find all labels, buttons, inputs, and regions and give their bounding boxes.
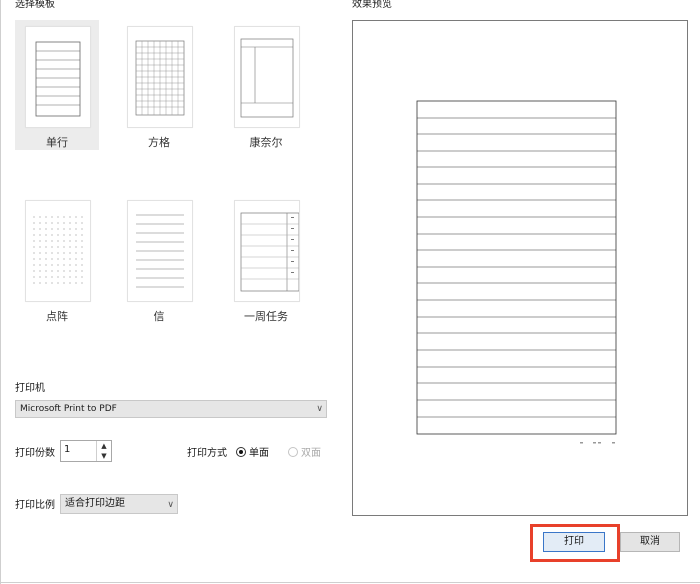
copies-label: 打印份数: [15, 448, 55, 459]
dot-grid-icon: [25, 200, 91, 302]
single-sided-label: 单面: [249, 448, 269, 459]
single-line-icon: [25, 26, 91, 128]
window-bottom-edge: [0, 582, 700, 583]
double-sided-label: 双面: [301, 448, 321, 459]
letter-lines-icon: [127, 200, 193, 302]
scale-select-value: 适合打印边距: [65, 498, 125, 509]
copies-value: 1: [64, 444, 71, 455]
chevron-down-icon: ∨: [316, 404, 323, 414]
preview-section-label: 效果预览: [352, 0, 392, 10]
template-single-line[interactable]: 单行: [15, 20, 99, 150]
preview-pane: [352, 20, 688, 516]
template-label: 方格: [148, 136, 170, 149]
radio-single-sided[interactable]: [236, 447, 246, 457]
window-left-edge: [0, 0, 1, 584]
template-cornell[interactable]: 康奈尔: [224, 20, 308, 150]
printer-select[interactable]: Microsoft Print to PDF ∨: [15, 400, 327, 418]
weekly-tasks-icon: [234, 200, 300, 302]
print-mode-label: 打印方式: [187, 448, 227, 459]
printer-select-value: Microsoft Print to PDF: [20, 404, 117, 414]
templates-section-label: 选择模板: [15, 0, 55, 10]
template-grid[interactable]: 方格: [117, 20, 201, 150]
cornell-icon: [234, 26, 300, 128]
print-button-highlight: [530, 524, 620, 562]
template-label: 康奈尔: [249, 136, 283, 149]
template-label: 信: [153, 310, 165, 323]
template-letter[interactable]: 信: [117, 194, 201, 324]
printer-label: 打印机: [15, 383, 45, 394]
grid-icon: [127, 26, 193, 128]
template-dot-grid[interactable]: 点阵: [15, 194, 99, 324]
scale-select[interactable]: 适合打印边距 ∨: [60, 494, 178, 514]
copies-stepper[interactable]: 1 ▲ ▼: [60, 440, 112, 462]
template-label: 单行: [46, 136, 68, 149]
template-label: 一周任务: [244, 310, 288, 323]
template-weekly-tasks[interactable]: 一周任务: [224, 194, 308, 324]
chevron-down-icon: ∨: [167, 500, 174, 510]
scale-label: 打印比例: [15, 500, 55, 511]
cancel-button[interactable]: 取消: [620, 532, 680, 552]
radio-double-sided[interactable]: [288, 447, 298, 457]
chevron-up-icon[interactable]: ▲: [97, 441, 111, 451]
chevron-down-icon[interactable]: ▼: [97, 451, 111, 461]
preview-page: [416, 100, 617, 444]
template-label: 点阵: [46, 310, 68, 323]
